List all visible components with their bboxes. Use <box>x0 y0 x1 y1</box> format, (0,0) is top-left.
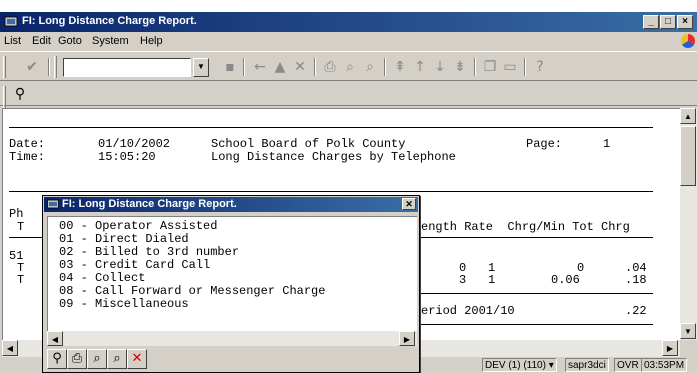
list-item[interactable]: 04 - Collect <box>59 271 145 285</box>
help-icon[interactable]: ? <box>530 57 550 77</box>
list-item[interactable]: 03 - Credit Card Call <box>59 258 210 272</box>
list-item[interactable]: 08 - Call Forward or Messenger Charge <box>59 284 325 298</box>
toolbar-grip <box>54 56 57 78</box>
row-type: T <box>17 273 25 287</box>
cancel-icon[interactable]: ✕ <box>290 57 310 77</box>
next-page-icon[interactable]: ↓ <box>430 57 450 77</box>
page-label: Page: <box>526 137 563 151</box>
menu-edit[interactable]: Edit <box>32 35 51 47</box>
popup-title-bar: FI: Long Distance Charge Report. ✕ <box>44 197 418 212</box>
menu-system[interactable]: System <box>92 35 129 47</box>
list-item[interactable]: 09 - Miscellaneous <box>59 297 189 311</box>
exit-icon[interactable]: ▲ <box>270 57 290 77</box>
standard-toolbar: ✔ ▼ ▪ ← ▲ ✕ ⎙ ⌕ ⌕ ⇞ ↑ ↓ ⇟ ❐ ▭ ? <box>0 51 697 81</box>
back-icon[interactable]: ← <box>250 57 270 77</box>
magnifier-icon[interactable]: ⚲ <box>47 349 67 369</box>
menu-list[interactable]: List <box>4 35 21 47</box>
column-headers: ength Rate Chrg/Min Tot Chrg <box>421 220 630 234</box>
report-rule <box>421 293 653 294</box>
report-subtitle: Long Distance Charges by Telephone <box>211 150 456 164</box>
window-title: FI: Long Distance Charge Report. <box>22 15 197 27</box>
date-value: 01/10/2002 <box>98 137 171 151</box>
print-icon[interactable]: ⎙ <box>67 349 87 369</box>
menu-bar: List Edit Goto System Help <box>0 32 697 50</box>
scroll-right-button[interactable]: ▶ <box>399 331 415 346</box>
row-length: 3 <box>459 273 467 287</box>
server-name: sapr3dci <box>565 358 609 372</box>
popup-toolbar: ⚲ ⎙ ⌕ ⌕ ✕ <box>47 348 417 370</box>
shortcut-icon[interactable]: ▭ <box>500 57 520 77</box>
create-session-icon[interactable]: ❐ <box>480 57 500 77</box>
row-chrg-min: 0.06 <box>551 273 580 287</box>
popup-title: FI: Long Distance Charge Report. <box>62 198 237 210</box>
sap-logo-icon <box>681 34 695 48</box>
toolbar-separator <box>384 58 386 76</box>
toolbar-grip <box>3 86 6 108</box>
title-bar: FI: Long Distance Charge Report. _ □ × <box>0 12 697 32</box>
sap-app-icon <box>4 16 18 27</box>
row-rate: 1 <box>488 273 496 287</box>
toolbar-grip <box>3 56 6 78</box>
find-next-icon[interactable]: ⌕ <box>360 57 380 77</box>
system-info[interactable]: DEV (1) (110) ▾ <box>482 358 557 372</box>
column-header-t: T <box>17 220 25 234</box>
status-time: 03:53PM <box>641 358 688 372</box>
magnifier-icon[interactable]: ⚲ <box>10 84 30 104</box>
toolbar-separator <box>48 58 50 76</box>
charge-type-list: 00 - Operator Assisted 01 - Direct Diale… <box>47 216 417 334</box>
period-total: .22 <box>625 304 647 318</box>
row-tot-chrg: .18 <box>625 273 647 287</box>
print-icon[interactable]: ⎙ <box>320 57 340 77</box>
toolbar-separator <box>314 58 316 76</box>
menu-help[interactable]: Help <box>140 35 163 47</box>
report-rule <box>421 324 653 325</box>
command-field[interactable] <box>63 58 191 77</box>
maximize-button[interactable]: □ <box>660 15 676 29</box>
date-label: Date: <box>9 137 46 151</box>
scroll-down-button[interactable]: ▼ <box>680 323 696 339</box>
prev-page-icon[interactable]: ↑ <box>410 57 430 77</box>
org-name: School Board of Polk County <box>211 137 406 151</box>
insert-mode: OVR <box>614 358 642 372</box>
time-value: 15:05:20 <box>98 150 156 164</box>
page-number: 1 <box>603 137 611 151</box>
report-rule <box>9 127 653 128</box>
last-page-icon[interactable]: ⇟ <box>450 57 470 77</box>
report-rule <box>9 191 653 192</box>
application-toolbar: ⚲ <box>0 82 697 108</box>
save-icon[interactable]: ▪ <box>220 57 240 77</box>
find-icon[interactable]: ⌕ <box>87 349 107 369</box>
system-info-text: DEV (1) (110) <box>485 360 546 371</box>
popup-close-button[interactable]: ✕ <box>402 198 416 210</box>
time-label: Time: <box>9 150 46 164</box>
close-button[interactable]: × <box>677 15 693 29</box>
scroll-right-button[interactable]: ▶ <box>662 340 678 356</box>
desktop-strip <box>0 0 697 12</box>
period-label: eriod 2001/10 <box>421 304 515 318</box>
menu-goto[interactable]: Goto <box>58 35 82 47</box>
charge-type-popup: FI: Long Distance Charge Report. ✕ 00 - … <box>42 195 420 373</box>
list-item[interactable]: 02 - Billed to 3rd number <box>59 245 239 259</box>
column-header-ph: Ph <box>9 207 24 221</box>
scroll-up-button[interactable]: ▲ <box>680 108 696 124</box>
popup-horizontal-scrollbar[interactable]: ◀ ▶ <box>47 331 417 346</box>
find-icon[interactable]: ⌕ <box>340 57 360 77</box>
list-item[interactable]: 00 - Operator Assisted <box>59 219 217 233</box>
vertical-scrollbar[interactable]: ▲ ▼ <box>680 108 697 340</box>
minimize-button[interactable]: _ <box>643 15 659 29</box>
check-icon[interactable]: ✔ <box>22 57 42 77</box>
find-next-icon[interactable]: ⌕ <box>107 349 127 369</box>
scroll-left-button[interactable]: ◀ <box>2 340 18 356</box>
toolbar-separator <box>243 58 245 76</box>
toolbar-separator <box>524 58 526 76</box>
scroll-thumb[interactable] <box>680 126 696 186</box>
list-item[interactable]: 01 - Direct Dialed <box>59 232 189 246</box>
command-dropdown-button[interactable]: ▼ <box>193 58 209 77</box>
first-page-icon[interactable]: ⇞ <box>390 57 410 77</box>
popup-app-icon <box>47 199 59 209</box>
cancel-icon[interactable]: ✕ <box>127 349 147 369</box>
scroll-left-button[interactable]: ◀ <box>47 331 63 346</box>
toolbar-separator <box>474 58 476 76</box>
